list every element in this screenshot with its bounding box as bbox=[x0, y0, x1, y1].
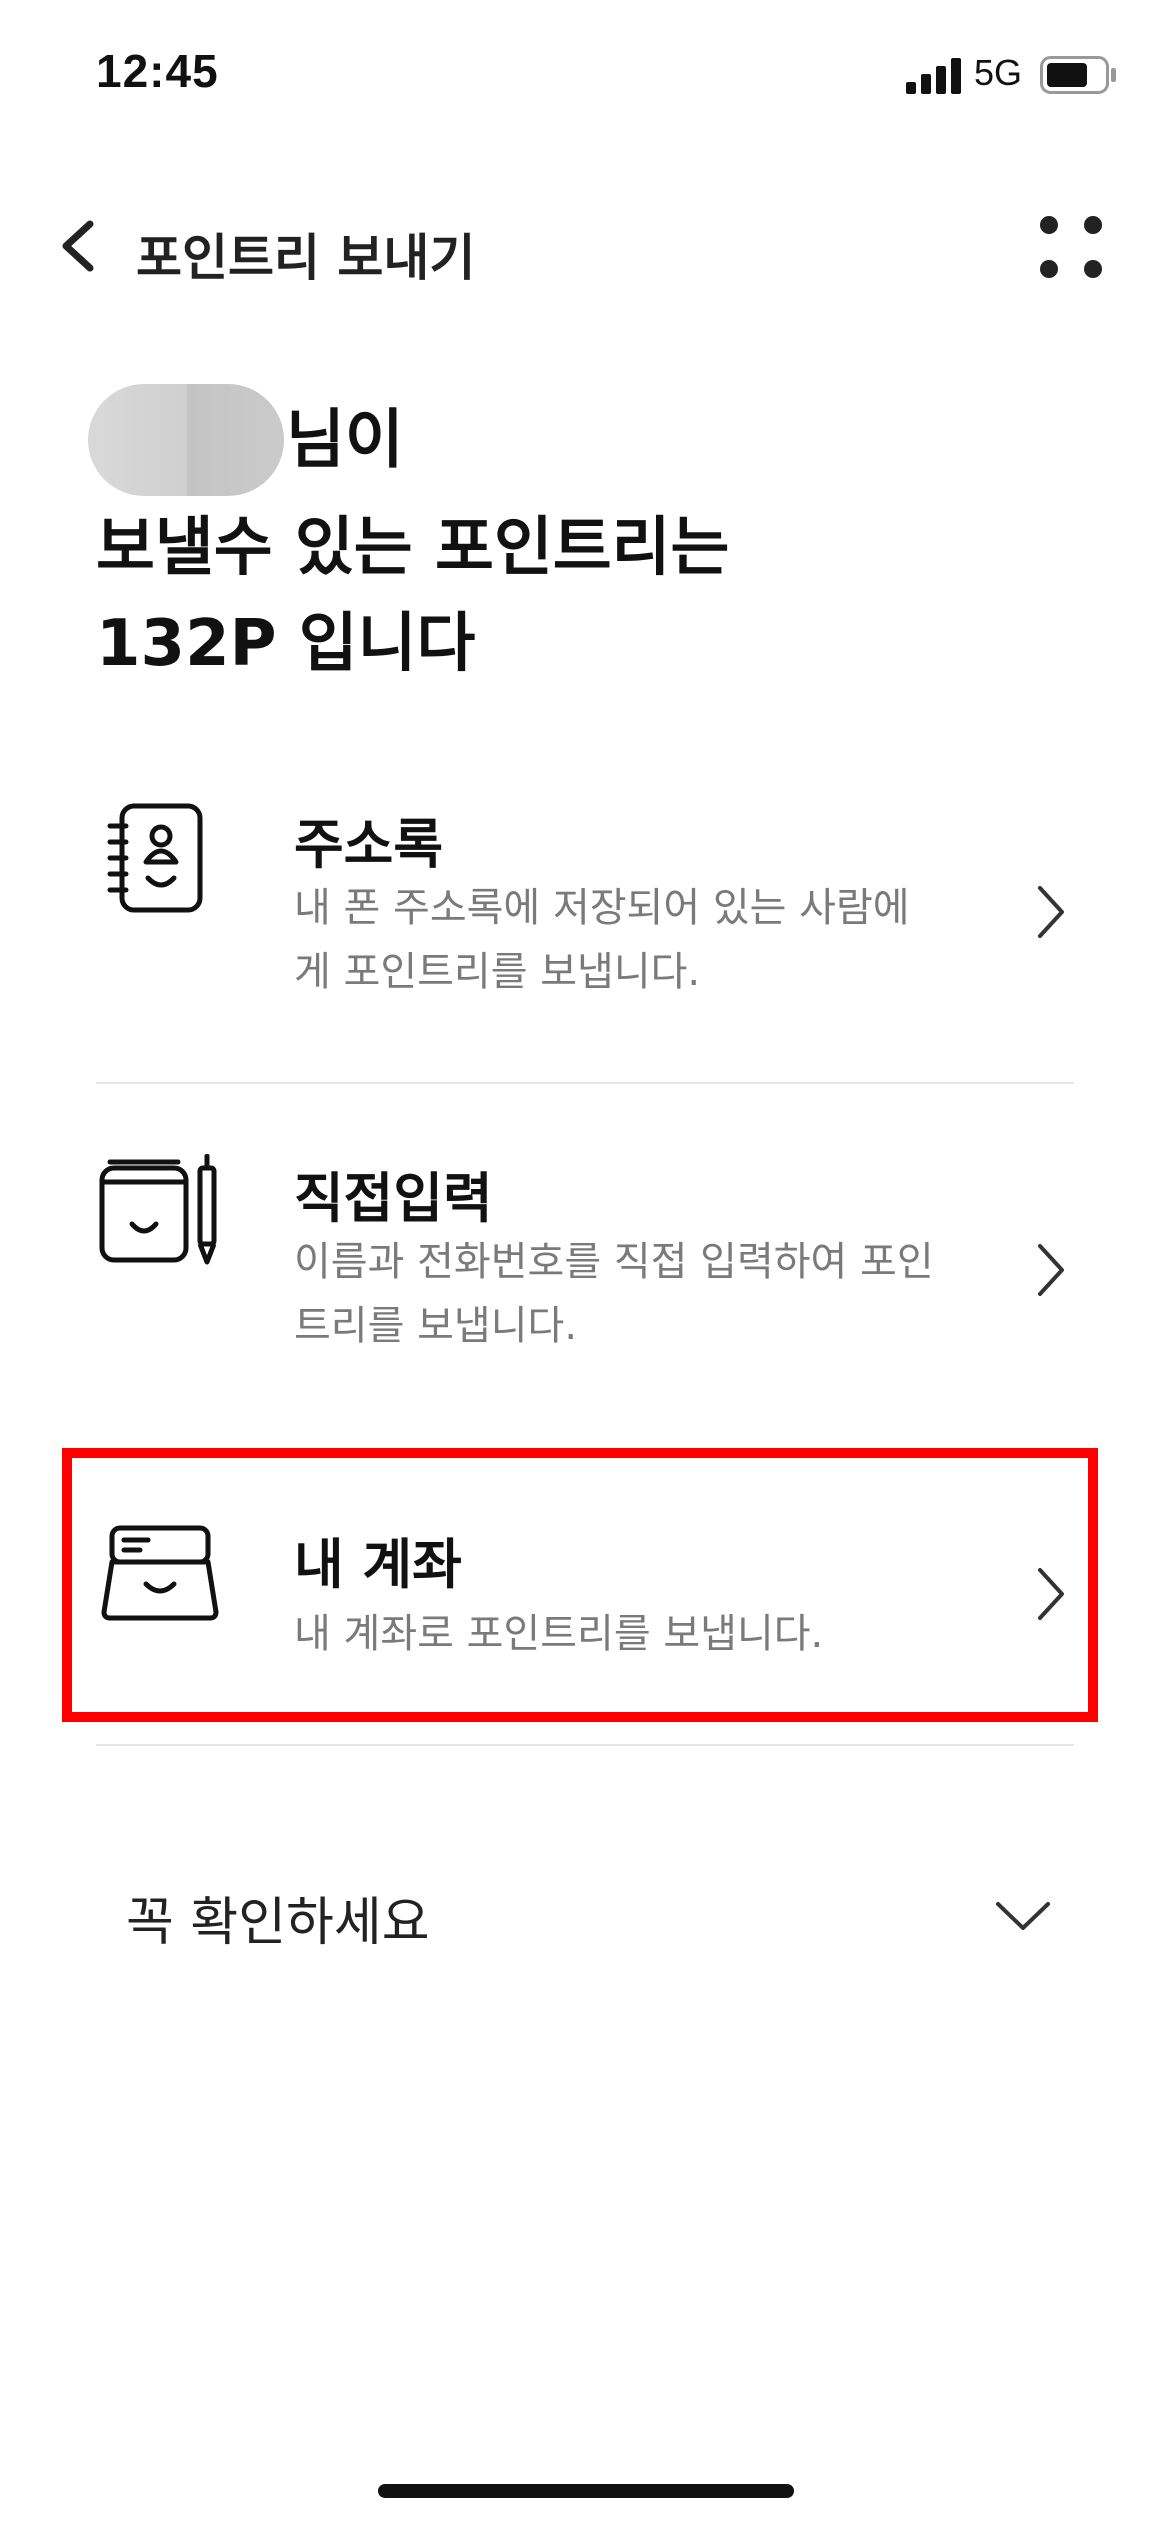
status-time: 12:45 bbox=[96, 45, 219, 97]
headline-line-1: 님이 bbox=[88, 384, 996, 500]
battery-icon bbox=[1040, 56, 1116, 94]
option-direct-input[interactable]: 직접입력 이름과 전화번호를 직접 입력하여 포인트리를 보냅니다. bbox=[0, 1148, 1170, 1438]
highlight-box bbox=[62, 1448, 1098, 1722]
option-title: 주소록 bbox=[294, 813, 444, 876]
option-description: 내 폰 주소록에 저장되어 있는 사람에게 포인트리를 보냅니다. bbox=[294, 885, 910, 995]
chevron-right-icon bbox=[1038, 886, 1064, 938]
page-title: 포인트리 보내기 bbox=[136, 229, 476, 287]
chevron-right-icon bbox=[1038, 1244, 1064, 1296]
divider bbox=[96, 1744, 1074, 1746]
home-indicator bbox=[378, 2484, 794, 2498]
network-label: 5G bbox=[974, 52, 1023, 93]
option-contacts[interactable]: 주소록 내 폰 주소록에 저장되어 있는 사람에게 포인트리를 보냅니다. bbox=[0, 790, 1170, 1080]
option-title: 직접입력 bbox=[294, 1167, 493, 1230]
headline-line-2: 보낼수 있는 포인트리는 bbox=[96, 511, 730, 585]
divider bbox=[96, 1082, 1074, 1084]
notice-accordion[interactable]: 꼭 확인하세요 bbox=[0, 1860, 1170, 1970]
notice-label: 꼭 확인하세요 bbox=[126, 1893, 430, 1953]
points-headline: 님이 보낼수 있는 포인트리는 132P 입니다 bbox=[88, 384, 996, 692]
back-icon[interactable] bbox=[54, 216, 102, 276]
redacted-name bbox=[88, 384, 284, 496]
status-bar: 12:45 5G bbox=[0, 0, 1170, 150]
contact-book-icon bbox=[107, 803, 203, 913]
signal-icon bbox=[906, 58, 961, 94]
headline-line-3: 132P 입니다 bbox=[96, 607, 476, 681]
header: 포인트리 보내기 bbox=[0, 190, 1170, 310]
more-icon[interactable] bbox=[1036, 212, 1106, 282]
chevron-down-icon bbox=[996, 1902, 1050, 1930]
notepad-pen-icon bbox=[99, 1154, 217, 1265]
headline-name-suffix: 님이 bbox=[286, 403, 404, 478]
option-description: 이름과 전화번호를 직접 입력하여 포인트리를 보냅니다. bbox=[294, 1239, 934, 1349]
